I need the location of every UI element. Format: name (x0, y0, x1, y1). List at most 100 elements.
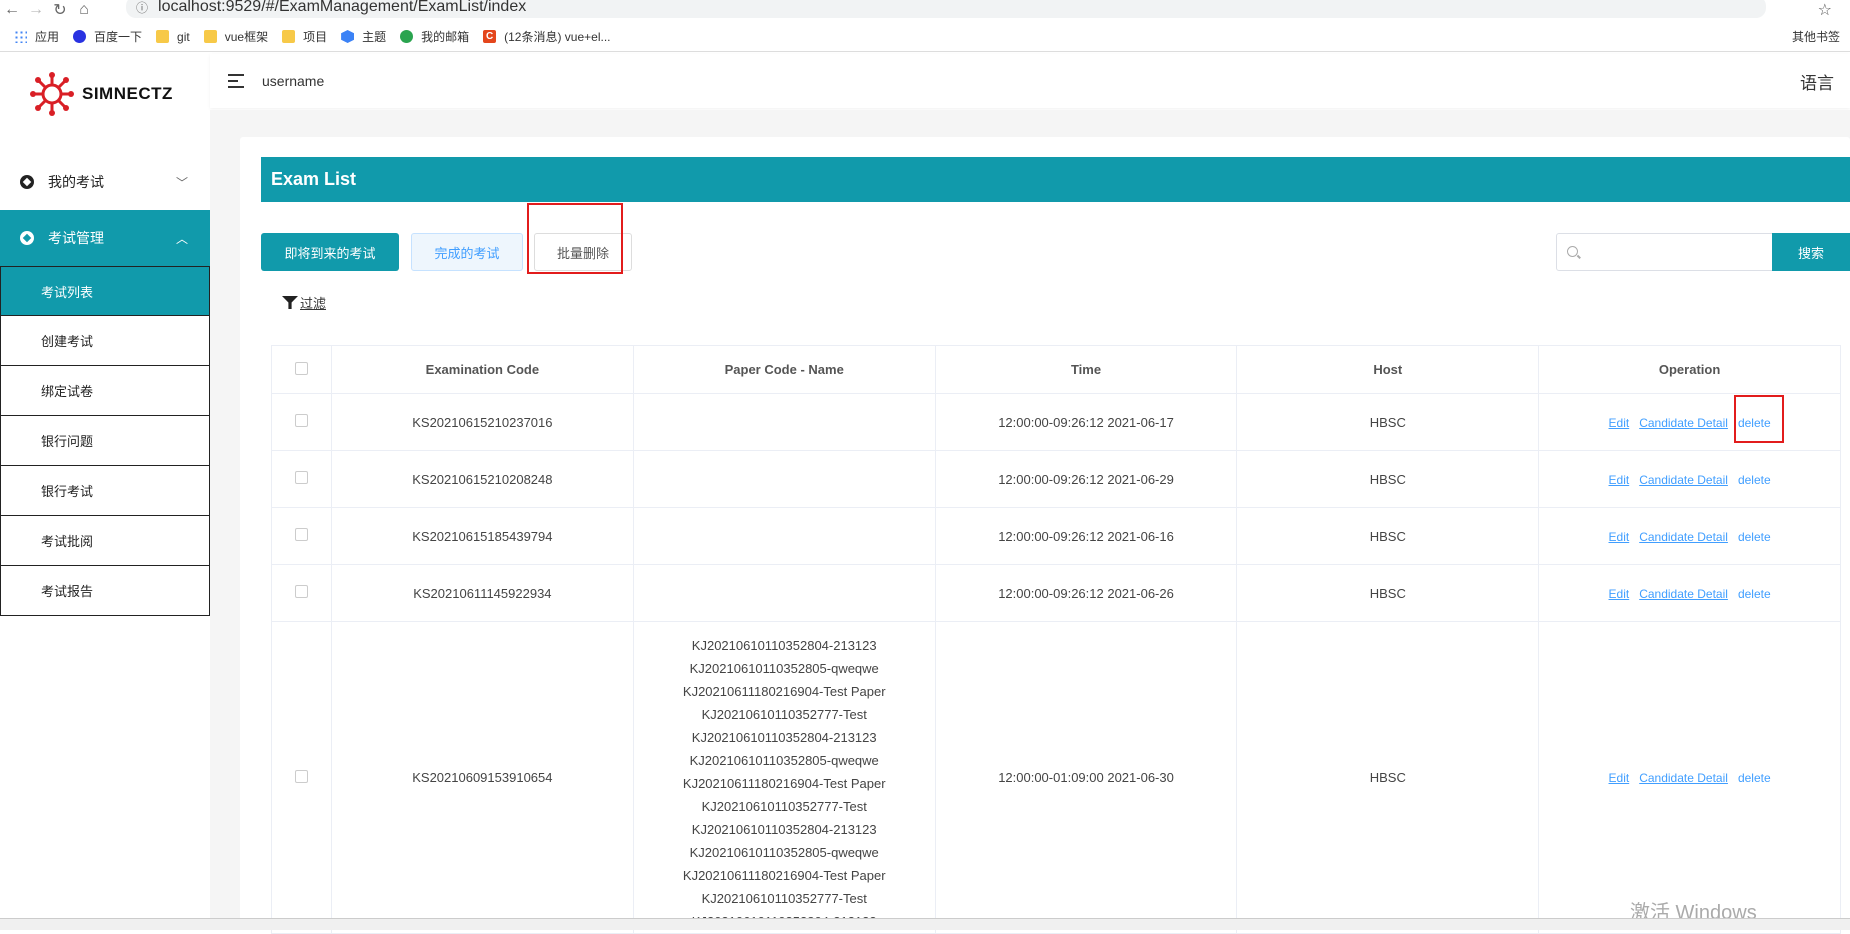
folder-icon (203, 30, 217, 43)
chevron-up-icon: ︿ (175, 231, 188, 246)
sidebar-item-bind-paper[interactable]: 绑定试卷 (0, 366, 210, 416)
candidate-detail-link[interactable]: Candidate Detail (1639, 530, 1728, 544)
row-checkbox[interactable] (294, 528, 308, 541)
edit-link[interactable]: Edit (1609, 771, 1630, 785)
time-cell: 12:00:00-09:26:12 2021-06-29 (934, 450, 1238, 508)
operation-cell: Edit Candidate Detail delete (1538, 393, 1841, 451)
time-cell: 12:00:00-09:26:12 2021-06-16 (934, 507, 1238, 565)
candidate-detail-link[interactable]: Candidate Detail (1639, 771, 1728, 785)
reload-icon[interactable]: ↻ (48, 0, 72, 20)
compass-icon (20, 175, 34, 189)
highlight-box (527, 203, 623, 274)
search-button[interactable]: 搜索 (1772, 233, 1850, 271)
delete-link[interactable]: delete (1738, 587, 1771, 601)
time-cell: 12:00:00-01:09:00 2021-06-30 (934, 621, 1238, 934)
row-checkbox[interactable] (294, 769, 308, 783)
edit-link[interactable]: Edit (1609, 473, 1630, 487)
exam-code-cell: KS20210615210208248 (330, 450, 634, 508)
highlight-box (1734, 395, 1784, 443)
edit-link[interactable]: Edit (1609, 530, 1630, 544)
column-header: Host (1236, 345, 1540, 394)
host-cell: HBSC (1236, 564, 1540, 622)
column-header: Examination Code (330, 345, 634, 394)
row-checkbox[interactable] (294, 585, 308, 598)
table-row: KS20210609153910654 KJ20210610110352804-2… (271, 621, 1841, 934)
page-title: Exam List (261, 157, 1850, 202)
operation-cell: Edit Candidate Detail delete (1538, 450, 1841, 508)
host-cell: HBSC (1236, 393, 1540, 451)
paper-item: KJ20210610110352805-qweqwe (689, 661, 879, 676)
url-text: localhost:9529/#/ExamManagement/ExamList… (158, 0, 527, 15)
sidebar-item-create-exam[interactable]: 创建考试 (0, 316, 210, 366)
bookmark-csdn[interactable]: C (12条消息) vue+el... (483, 28, 611, 45)
candidate-detail-link[interactable]: Candidate Detail (1639, 473, 1728, 487)
logo: SIMNECTZ (0, 54, 210, 134)
edit-link[interactable]: Edit (1609, 587, 1630, 601)
back-icon[interactable]: ← (0, 1, 24, 19)
row-select-cell (271, 450, 332, 508)
exam-code-cell: KS20210611145922934 (330, 564, 634, 622)
chevron-down-icon: ﹀ (175, 175, 188, 190)
table-row: KS20210615210237016 12:00:00-09:26:12 202… (271, 393, 1841, 451)
sidebar-item-bank-question[interactable]: 银行问题 (0, 416, 210, 466)
home-icon[interactable]: ⌂ (72, 1, 96, 19)
paper-item: KJ20210611180216904-Test Paper (682, 868, 886, 883)
search-input[interactable] (1587, 234, 1767, 270)
search-box (1556, 233, 1774, 271)
forward-icon[interactable]: → (24, 1, 48, 19)
filter-icon (282, 296, 298, 309)
sidebar-item-exam-list[interactable]: 考试列表 (0, 266, 210, 316)
folder-icon (156, 30, 170, 43)
candidate-detail-link[interactable]: Candidate Detail (1639, 416, 1728, 430)
menu-my-exam[interactable]: 我的考试 ﹀ (0, 154, 210, 210)
menu-exam-management-label: 考试管理 (48, 230, 104, 246)
top-navbar: username 语言 (210, 54, 1850, 108)
sidebar-item-exam-report[interactable]: 考试报告 (0, 566, 210, 616)
operation-cell: Edit Candidate Detail delete (1538, 564, 1841, 622)
sidebar-item-exam-review[interactable]: 考试批阅 (0, 516, 210, 566)
row-select-cell (271, 621, 332, 934)
bookmark-vue[interactable]: vue框架 (203, 28, 268, 45)
info-icon[interactable]: ⓘ (136, 0, 148, 16)
sidebar-item-bank-exam[interactable]: 银行考试 (0, 466, 210, 516)
bookmark-baidu[interactable]: 百度一下 (73, 28, 142, 45)
column-header: Operation (1538, 345, 1841, 394)
menu-exam-management[interactable]: 考试管理 ︿ (0, 210, 210, 266)
table-header-row: Examination Code Paper Code - Name Time … (271, 345, 1841, 394)
row-select-cell (271, 393, 332, 451)
logo-text: SIMNECTZ (82, 84, 173, 103)
delete-link[interactable]: delete (1738, 530, 1771, 544)
browser-address-bar: ← → ↻ ⌂ ⓘ localhost:9529/#/ExamManagemen… (0, 0, 1850, 20)
delete-link[interactable]: delete (1738, 771, 1771, 785)
menu-toggle-icon[interactable] (228, 74, 246, 88)
paper-item: KJ20210610110352804-213123 (691, 822, 877, 837)
baidu-icon (73, 30, 87, 43)
bookmark-theme[interactable]: 主题 (341, 28, 386, 45)
paper-item: KJ20210610110352804-213123 (691, 730, 877, 745)
url-field[interactable]: ⓘ localhost:9529/#/ExamManagement/ExamLi… (126, 0, 1766, 18)
filter-toggle[interactable]: 过滤 (282, 293, 326, 312)
bookmark-star-icon[interactable]: ☆ (1818, 0, 1832, 20)
completed-exams-button[interactable]: 完成的考试 (411, 233, 523, 271)
username[interactable]: username (262, 73, 324, 89)
paper-list-cell (632, 393, 936, 451)
paper-item: KJ20210610110352805-qweqwe (689, 845, 879, 860)
bookmark-apps[interactable]: 应用 (14, 28, 59, 45)
paper-item: KJ20210611180216904-Test Paper (682, 776, 886, 791)
bookmarks-bar: 应用 百度一下 git vue框架 项目 主题 我的邮箱 C (12条消息) vu… (0, 22, 1850, 52)
edit-link[interactable]: Edit (1609, 416, 1630, 430)
select-all-checkbox[interactable] (294, 361, 308, 375)
upcoming-exams-button[interactable]: 即将到来的考试 (261, 233, 399, 271)
row-checkbox[interactable] (294, 414, 308, 427)
row-select-cell (271, 564, 332, 622)
host-cell: HBSC (1236, 450, 1540, 508)
bookmark-project[interactable]: 项目 (282, 28, 327, 45)
row-checkbox[interactable] (294, 471, 308, 484)
language-switch[interactable]: 语言 (1800, 69, 1834, 94)
bookmark-git[interactable]: git (156, 30, 190, 44)
logo-icon (30, 72, 74, 116)
bookmark-other[interactable]: 其他书签 (1784, 28, 1840, 45)
bookmark-mail[interactable]: 我的邮箱 (400, 28, 469, 45)
delete-link[interactable]: delete (1738, 473, 1771, 487)
candidate-detail-link[interactable]: Candidate Detail (1639, 587, 1728, 601)
